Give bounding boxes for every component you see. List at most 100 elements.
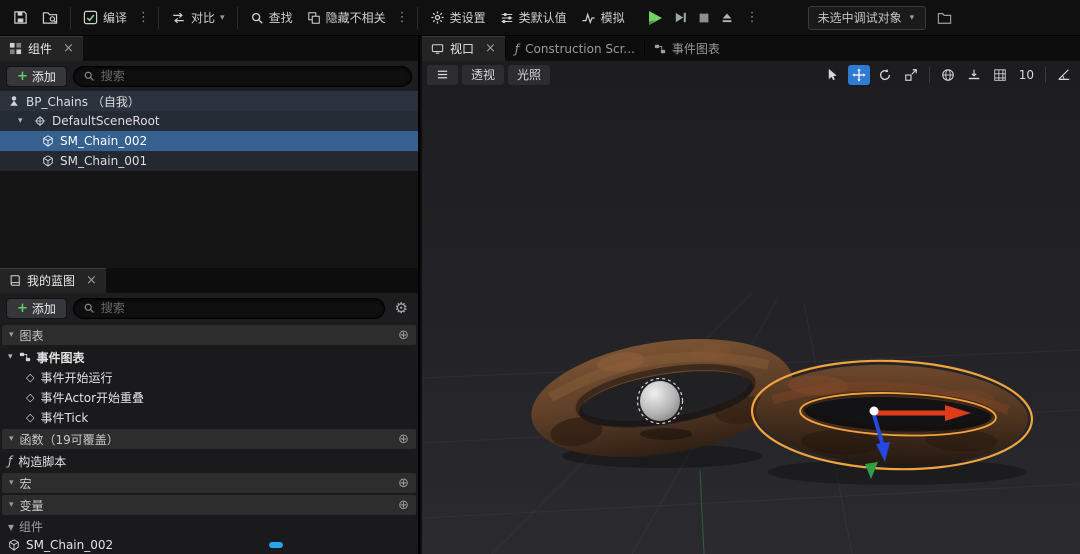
tree-row-sm-chain-002[interactable]: SM_Chain_002 (0, 131, 418, 151)
close-icon[interactable]: × (63, 41, 74, 56)
move-icon (852, 67, 866, 82)
find-icon (251, 12, 263, 24)
simulate-button[interactable]: 模拟 (574, 5, 632, 30)
perspective-button[interactable]: 透视 (462, 64, 505, 85)
surface-snap-button[interactable] (963, 65, 985, 85)
add-variable-button[interactable]: ⊕ (398, 498, 409, 513)
select-tool-button[interactable] (822, 65, 844, 85)
blueprint-editor-window: 编译 ⋮ 对比 ▾ 查找 隐藏不相关 ⋮ 类设置 类默认值 模拟 ⋮ 未选中调试… (0, 0, 1080, 554)
tree-row-label: DefaultSceneRoot (52, 114, 160, 128)
tab-components[interactable]: 组件 × (0, 36, 83, 61)
component-variable-row[interactable]: SM_Chain_002 (0, 535, 418, 554)
my-blueprint-search-input[interactable] (100, 301, 375, 315)
macros-section-header[interactable]: ▾ 宏 ⊕ (2, 473, 416, 493)
tab-my-blueprint[interactable]: 我的蓝图 × (0, 268, 106, 293)
variables-section-header[interactable]: ▾ 变量 ⊕ (2, 495, 416, 515)
world-local-toggle[interactable] (937, 65, 959, 85)
my-blueprint-search[interactable] (72, 297, 385, 319)
expander-icon[interactable]: ▾ (9, 434, 14, 444)
functions-section-header[interactable]: ▾ 函数（19可覆盖） ⊕ (2, 429, 416, 449)
hide-unrelated-options-button[interactable]: ⋮ (393, 6, 412, 29)
expander-icon[interactable]: ▾ (8, 520, 14, 534)
rotate-icon (879, 68, 890, 80)
sliders-icon (501, 12, 512, 23)
add-blueprint-item-button[interactable]: + 添加 (6, 297, 67, 319)
event-icon: ◇ (26, 370, 35, 384)
view-mode-button[interactable]: 光照 (508, 64, 551, 85)
debug-object-dropdown[interactable]: 未选中调试对象 ▾ (807, 5, 926, 30)
play-button[interactable] (646, 9, 664, 27)
construction-script-row[interactable]: ƒ 构造脚本 (0, 451, 418, 471)
components-search-input[interactable] (100, 69, 402, 83)
tree-row-defaultsceneroot[interactable]: ▾ DefaultSceneRoot (0, 111, 418, 131)
select-cursor-icon (829, 68, 837, 81)
eject-button[interactable] (720, 11, 734, 25)
add-macro-button[interactable]: ⊕ (398, 476, 409, 491)
grid-snap-value[interactable]: 10 (1015, 68, 1038, 82)
add-function-button[interactable]: ⊕ (398, 432, 409, 447)
viewport-options-button[interactable] (427, 64, 458, 85)
my-blueprint-settings-button[interactable]: ⚙ (391, 299, 412, 317)
add-component-label: 添加 (31, 69, 56, 84)
stop-button[interactable] (697, 11, 711, 25)
add-graph-button[interactable]: ⊕ (398, 328, 409, 343)
close-icon[interactable]: × (485, 41, 496, 56)
graph-icon (19, 352, 30, 362)
expander-icon[interactable]: ▾ (9, 500, 14, 510)
expander-icon[interactable]: ▾ (8, 352, 13, 362)
tree-row-bp-chains[interactable]: BP_Chains （自我） (0, 91, 418, 111)
expander-icon[interactable]: ▾ (9, 478, 14, 488)
play-options-button[interactable]: ⋮ (743, 6, 762, 29)
hide-unrelated-label: 隐藏不相关 (325, 11, 386, 25)
find-button[interactable]: 查找 (243, 5, 300, 30)
save-button[interactable] (6, 6, 35, 29)
class-settings-button[interactable]: 类设置 (423, 5, 493, 30)
compile-button[interactable]: 编译 (76, 5, 134, 30)
viewport-icon (431, 43, 444, 54)
diff-button[interactable]: 对比 ▾ (164, 5, 232, 30)
expander-icon[interactable]: ▾ (18, 116, 28, 126)
component-variable-label: SM_Chain_002 (26, 538, 114, 552)
viewport-scene[interactable] (422, 88, 1080, 554)
move-tool-button[interactable] (847, 64, 870, 85)
my-blueprint-tools: + 添加 ⚙ (0, 293, 418, 323)
debug-browse-button[interactable] (930, 7, 959, 29)
graphs-section-label: 图表 (19, 328, 44, 343)
chevron-down-icon: ▾ (220, 12, 225, 23)
hide-unrelated-button[interactable]: 隐藏不相关 (300, 5, 393, 30)
compile-icon (83, 10, 98, 25)
event-icon: ◇ (26, 410, 35, 424)
event-label: 事件Tick (40, 410, 89, 425)
event-graph-row[interactable]: ▾ 事件图表 (0, 347, 418, 367)
close-icon[interactable]: × (86, 273, 97, 288)
graphs-section-header[interactable]: ▾ 图表 ⊕ (2, 325, 416, 345)
variables-category-header[interactable]: ▾ 组件 (0, 518, 418, 535)
tab-viewport[interactable]: 视口 × (422, 36, 505, 61)
toolbar-separator (416, 6, 418, 29)
variable-type-pill (269, 542, 284, 548)
tree-row-label: SM_Chain_002 (60, 134, 148, 148)
scale-tool-button[interactable] (900, 65, 922, 85)
plus-icon: + (17, 68, 28, 84)
rotation-snap-button[interactable] (1053, 65, 1075, 85)
lit-label: 光照 (517, 68, 542, 82)
viewport-dock: 视口 × ƒ Construction Scr... 事件图表 透视 光照 10 (422, 36, 1080, 554)
event-tick-row[interactable]: ◇ 事件Tick (0, 407, 418, 427)
frame-skip-button[interactable] (673, 10, 688, 25)
components-search[interactable] (72, 65, 412, 87)
expander-icon[interactable]: ▾ (9, 330, 14, 340)
my-blueprint-tab-label: 我的蓝图 (27, 274, 76, 288)
add-component-button[interactable]: + 添加 (6, 65, 67, 87)
class-defaults-button[interactable]: 类默认值 (493, 5, 574, 30)
compile-options-button[interactable]: ⋮ (134, 6, 153, 29)
browse-button[interactable] (35, 6, 65, 29)
blueprint-book-icon (10, 275, 20, 286)
construction-script-label: 构造脚本 (18, 454, 67, 469)
rotate-tool-button[interactable] (874, 65, 896, 85)
event-actorbeginoverlap-row[interactable]: ◇ 事件Actor开始重叠 (0, 387, 418, 407)
grid-snap-button[interactable] (989, 65, 1011, 85)
tab-event-graph[interactable]: 事件图表 (645, 36, 729, 61)
tree-row-sm-chain-001[interactable]: SM_Chain_001 (0, 151, 418, 171)
tab-construction-script[interactable]: ƒ Construction Scr... (506, 36, 644, 61)
event-beginplay-row[interactable]: ◇ 事件开始运行 (0, 367, 418, 387)
